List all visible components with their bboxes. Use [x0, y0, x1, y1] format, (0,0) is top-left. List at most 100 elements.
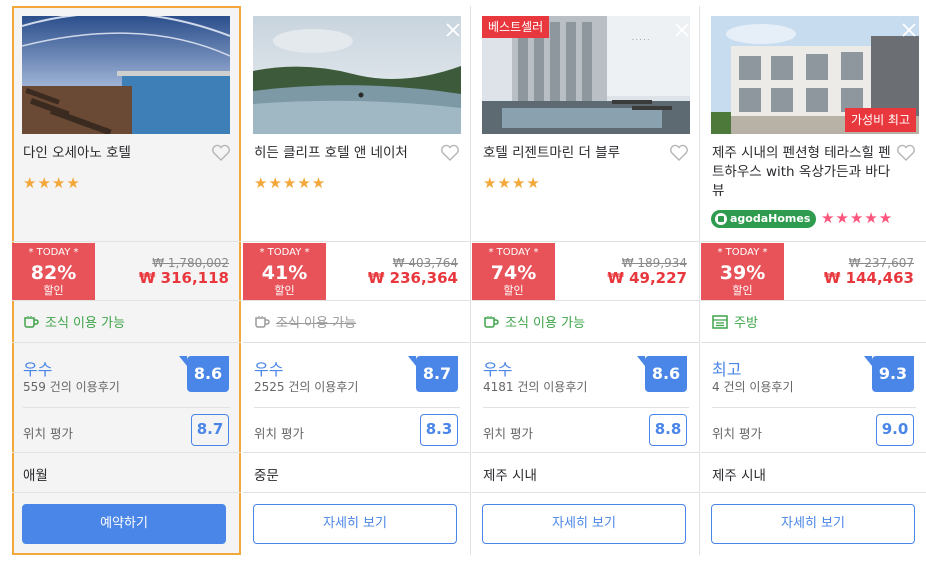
location-rating-label: 위치 평가: [712, 426, 762, 441]
area-name: 애월: [23, 468, 48, 484]
review-count[interactable]: 559 건의 이용후기: [23, 378, 120, 395]
divider: [243, 342, 470, 343]
divider: [472, 300, 699, 301]
original-price: ₩ 189,934: [621, 256, 687, 270]
hotel-card-2[interactable]: · · · · · 베스트셀러 호텔 리젠트마린 더 블루 ★★★★ * TOD…: [472, 0, 699, 562]
review-count[interactable]: 4181 건의 이용후기: [483, 378, 587, 395]
hotel-name[interactable]: 히든 클리프 호텔 앤 네이처: [254, 144, 434, 163]
heart-icon[interactable]: [669, 144, 689, 162]
discount-percent: 74%: [490, 262, 537, 284]
today-label: * TODAY *: [717, 247, 768, 258]
cup-icon: [484, 315, 499, 328]
pool-photo: [22, 16, 230, 134]
hotel-name[interactable]: 제주 시내의 펜션형 테라스힐 펜트하우스 with 옥상가든과 바다뷰: [712, 144, 892, 201]
today-label: * TODAY *: [488, 247, 539, 258]
divider: [472, 452, 699, 453]
location-rating-label: 위치 평가: [483, 426, 533, 441]
details-button[interactable]: 자세히 보기: [482, 504, 686, 544]
divider: [701, 241, 926, 242]
breakfast-amenity: 조식 이용 가능: [483, 312, 585, 331]
discount-label: 할인: [732, 284, 753, 297]
review-score: 8.6: [637, 356, 687, 392]
amenity-label: 조식 이용 가능: [276, 316, 357, 331]
review-score: 8.6: [179, 356, 229, 392]
location-rating-label: 위치 평가: [23, 426, 73, 441]
area-name: 제주 시내: [712, 468, 766, 484]
hotel-name[interactable]: 호텔 리젠트마린 더 블루: [483, 144, 663, 163]
divider: [12, 342, 241, 343]
sale-price: ₩ 49,227: [607, 269, 687, 287]
divider: [472, 241, 699, 242]
hotel-card-0[interactable]: 다인 오세아노 호텔 ★★★★ * TODAY * 82% 할인 ₩ 1,780…: [12, 6, 241, 555]
sale-price: ₩ 236,364: [367, 269, 458, 287]
deal-badge: * TODAY * 82% 할인: [12, 243, 95, 300]
home-icon: [715, 213, 727, 225]
discount-percent: 41%: [261, 262, 308, 284]
cup-icon: [255, 315, 270, 328]
amenity-label: 주방: [734, 316, 758, 331]
divider: [12, 492, 241, 493]
divider: [12, 241, 241, 242]
star-rating: ★★★★★: [821, 209, 894, 227]
details-button[interactable]: 자세히 보기: [253, 504, 457, 544]
agoda-homes-badge: agodaHomes: [711, 210, 817, 228]
divider: [254, 407, 460, 408]
hotel-card-1[interactable]: 히든 클리프 호텔 앤 네이처 ★★★★★ * TODAY * 41% 할인 ₩…: [243, 0, 470, 562]
rating-word: 우수: [254, 360, 284, 379]
details-button[interactable]: 자세히 보기: [711, 504, 915, 544]
divider: [701, 452, 926, 453]
discount-label: 할인: [43, 284, 64, 297]
close-icon[interactable]: [444, 21, 462, 39]
star-rating: ★★★★: [483, 174, 541, 192]
divider: [712, 407, 916, 408]
breakfast-amenity: 조식 이용 가능: [23, 312, 125, 331]
divider: [243, 300, 470, 301]
today-label: * TODAY *: [28, 247, 79, 258]
rating-word: 우수: [23, 360, 53, 379]
star-rating: ★★★★: [23, 174, 81, 192]
divider: [12, 452, 241, 453]
hotel-photo[interactable]: [253, 16, 461, 134]
close-icon[interactable]: [900, 21, 918, 39]
review-count[interactable]: 4 건의 이용후기: [712, 378, 794, 395]
heart-icon[interactable]: [440, 144, 460, 162]
divider: [243, 241, 470, 242]
discount-label: 할인: [274, 284, 295, 297]
location-score: 8.8: [649, 414, 687, 446]
column-divider: [470, 6, 471, 555]
today-label: * TODAY *: [259, 247, 310, 258]
best-value-tag: 가성비 최고: [844, 108, 916, 132]
hotel-name[interactable]: 다인 오세아노 호텔: [23, 144, 203, 163]
deal-badge: * TODAY * 41% 할인: [243, 243, 326, 300]
original-price: ₩ 403,764: [392, 256, 458, 270]
star-rating: ★★★★★: [254, 174, 327, 192]
divider: [472, 342, 699, 343]
hotel-photo[interactable]: [22, 16, 230, 134]
deal-badge: * TODAY * 39% 할인: [701, 243, 784, 300]
cup-icon: [24, 315, 39, 328]
review-score: 9.3: [864, 356, 914, 392]
rating-word: 최고: [712, 360, 742, 379]
amenity-label: 조식 이용 가능: [45, 316, 126, 331]
divider: [23, 407, 230, 408]
review-count[interactable]: 2525 건의 이용후기: [254, 378, 358, 395]
location-score: 9.0: [876, 414, 914, 446]
area-name: 중문: [254, 468, 279, 484]
location-rating-label: 위치 평가: [254, 426, 304, 441]
heart-icon[interactable]: [211, 144, 231, 162]
breakfast-amenity: 조식 이용 가능: [254, 312, 356, 331]
hotel-card-3[interactable]: 가성비 최고 제주 시내의 펜션형 테라스힐 펜트하우스 with 옥상가든과 …: [701, 0, 926, 562]
sale-price: ₩ 144,463: [823, 269, 914, 287]
discount-percent: 39%: [719, 262, 766, 284]
column-divider: [699, 6, 700, 555]
amenity-label: 조식 이용 가능: [505, 316, 586, 331]
kitchen-icon: [712, 314, 728, 329]
building-sign: · · · · ·: [632, 37, 649, 44]
original-price: ₩ 1,780,002: [152, 256, 229, 270]
book-button[interactable]: 예약하기: [22, 504, 226, 544]
original-price: ₩ 237,607: [848, 256, 914, 270]
close-icon[interactable]: [673, 21, 691, 39]
location-score: 8.3: [420, 414, 458, 446]
heart-icon[interactable]: [896, 144, 916, 162]
area-name: 제주 시내: [483, 468, 537, 484]
